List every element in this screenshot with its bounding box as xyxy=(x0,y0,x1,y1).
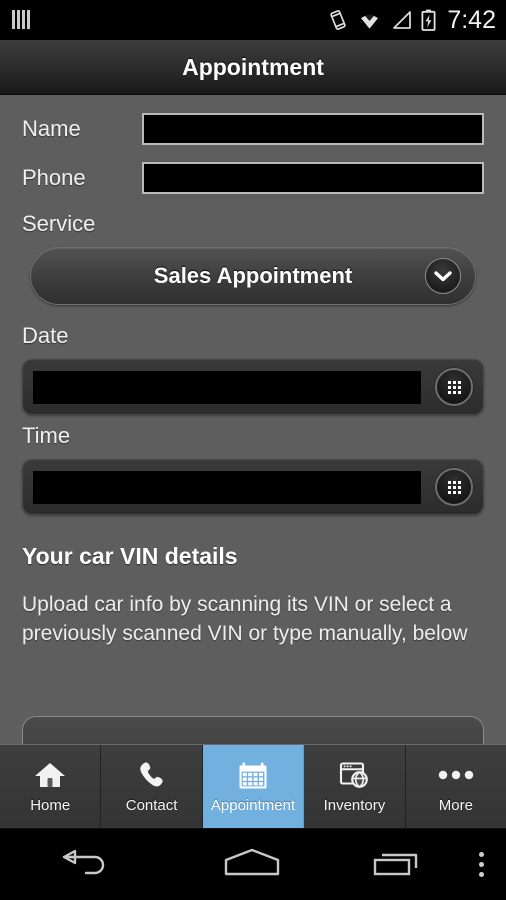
chevron-down-icon[interactable] xyxy=(425,258,461,294)
name-input[interactable] xyxy=(142,113,484,145)
calendar-icon xyxy=(238,759,268,791)
name-row: Name xyxy=(22,113,484,145)
phone-row: Phone xyxy=(22,162,484,194)
clock-grid-icon[interactable] xyxy=(435,468,473,506)
time-field xyxy=(22,459,484,515)
form-content: Name Phone Service Sales Appointment Dat… xyxy=(0,95,506,744)
vibrate-icon xyxy=(330,10,347,30)
tab-home[interactable]: Home xyxy=(0,745,102,828)
vin-description: Upload car info by scanning its VIN or s… xyxy=(22,593,468,645)
back-arrow-icon xyxy=(58,846,110,883)
home-icon xyxy=(34,759,66,791)
home-pentagon-icon xyxy=(222,846,282,883)
tab-more[interactable]: More xyxy=(405,745,506,828)
service-select[interactable]: Sales Appointment xyxy=(30,247,476,305)
tab-bar: Home Contact Appointment Inventory More xyxy=(0,744,506,829)
nav-back-button[interactable] xyxy=(0,846,168,883)
recents-icon xyxy=(368,846,424,883)
date-field xyxy=(22,359,484,415)
tab-contact-label: Contact xyxy=(125,797,178,814)
phone-icon xyxy=(137,759,167,791)
service-selected-value: Sales Appointment xyxy=(153,263,353,288)
battery-charging-icon xyxy=(421,9,436,31)
ellipsis-icon xyxy=(437,759,475,791)
nav-home-button[interactable] xyxy=(168,846,336,883)
date-label: Date xyxy=(22,323,69,348)
vin-heading: Your car VIN details xyxy=(22,543,238,569)
name-label: Name xyxy=(22,116,81,141)
tab-home-label: Home xyxy=(30,797,71,814)
phone-label: Phone xyxy=(22,165,86,190)
page-title: Appointment xyxy=(182,53,324,80)
overflow-menu-icon xyxy=(478,852,484,877)
tab-inventory[interactable]: Inventory xyxy=(304,745,406,828)
tab-inventory-label: Inventory xyxy=(323,797,386,814)
signal-bars-icon xyxy=(10,9,32,30)
browser-globe-icon xyxy=(339,759,369,791)
date-input[interactable] xyxy=(33,370,421,404)
title-bar: Appointment xyxy=(0,40,506,95)
tab-more-label: More xyxy=(438,797,473,814)
time-input[interactable] xyxy=(33,470,421,504)
wifi-icon xyxy=(361,14,379,29)
status-bar-left xyxy=(10,9,32,30)
android-nav-bar xyxy=(0,829,506,900)
phone-input[interactable] xyxy=(142,162,484,194)
nav-recents-button[interactable] xyxy=(336,846,456,883)
tab-appointment[interactable]: Appointment xyxy=(202,745,305,828)
nav-overflow-menu-button[interactable] xyxy=(456,852,506,877)
cell-signal-icon xyxy=(393,11,412,29)
phone-screen: 7:42 Appointment Name Phone Service Sale… xyxy=(0,0,506,900)
status-bar: 7:42 xyxy=(0,0,506,40)
tab-contact[interactable]: Contact xyxy=(101,745,203,828)
status-bar-right: 7:42 xyxy=(328,5,496,34)
time-label: Time xyxy=(22,423,71,448)
vin-input-partial[interactable] xyxy=(22,716,484,744)
calendar-grid-icon[interactable] xyxy=(435,368,473,406)
tab-appointment-label: Appointment xyxy=(210,797,296,814)
service-label: Service xyxy=(22,211,96,236)
status-bar-clock: 7:42 xyxy=(447,5,496,34)
